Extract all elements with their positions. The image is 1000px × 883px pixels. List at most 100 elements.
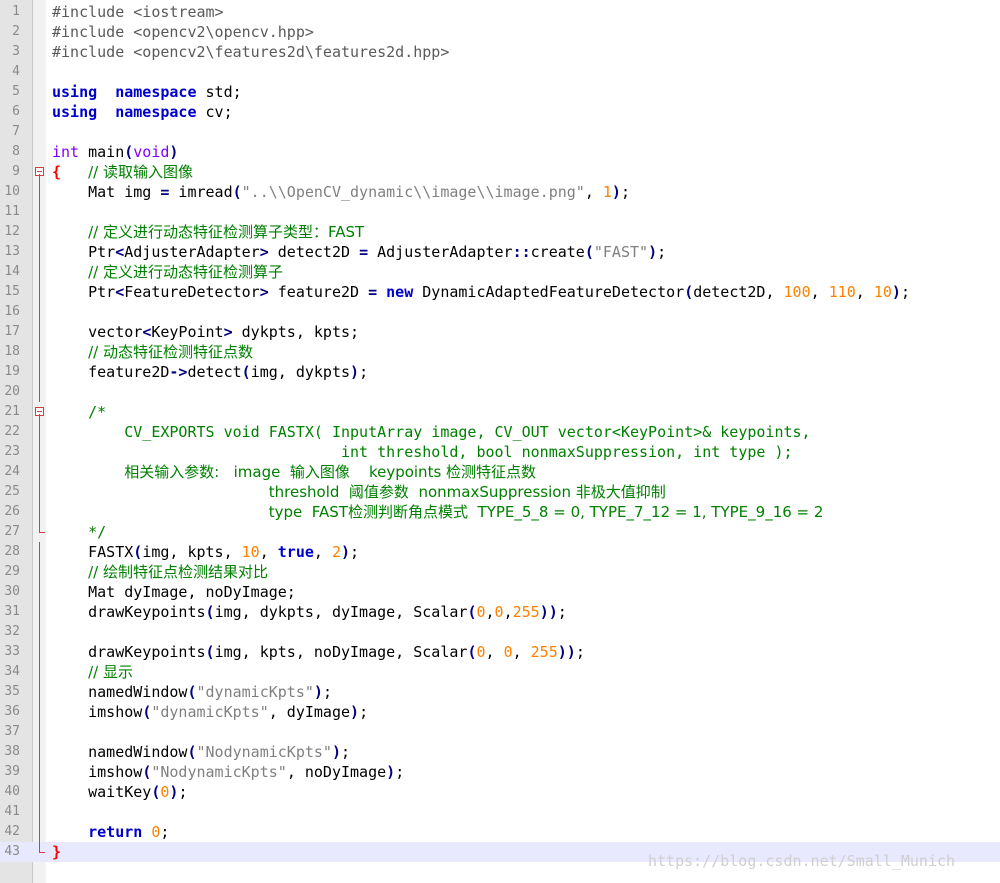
fold-line bbox=[33, 642, 46, 662]
code-line[interactable]: 11 bbox=[0, 202, 1000, 222]
fold-line bbox=[33, 562, 46, 582]
code-line[interactable]: 13 Ptr<AdjusterAdapter> detect2D = Adjus… bbox=[0, 242, 1000, 262]
code-token: < bbox=[142, 323, 152, 341]
code-token: "NodynamicKpts" bbox=[196, 743, 332, 761]
code-line[interactable]: 3 #include <opencv2\features2d\features2d… bbox=[0, 42, 1000, 62]
code-token: // 定义进行动态特征检测算子类型：FAST bbox=[88, 223, 365, 241]
code-token: "dynamicKpts" bbox=[151, 703, 269, 721]
code-line[interactable]: 31 drawKeypoints(img, dykpts, dyImage, S… bbox=[0, 602, 1000, 622]
code-line[interactable]: 37 bbox=[0, 722, 1000, 742]
code-token: "dynamicKpts" bbox=[196, 683, 314, 701]
code-line[interactable]: 23 int threshold, bool nonmaxSuppression… bbox=[0, 442, 1000, 462]
code-token: = bbox=[368, 283, 378, 301]
code-line[interactable]: 27 */ bbox=[0, 522, 1000, 542]
fold-line bbox=[33, 682, 46, 702]
code-token: = bbox=[359, 243, 369, 261]
code-token: 0 bbox=[494, 603, 504, 621]
code-line[interactable]: 12 // 定义进行动态特征检测算子类型：FAST bbox=[0, 222, 1000, 242]
code-token: ( bbox=[187, 683, 197, 701]
code-text: threshold 阈值参数 nonmaxSuppression 非极大值抑制 bbox=[52, 482, 666, 502]
fold-empty bbox=[33, 102, 46, 122]
code-line[interactable]: 39 imshow("NodynamicKpts", noDyImage); bbox=[0, 762, 1000, 782]
line-number: 8 bbox=[12, 144, 20, 159]
code-line[interactable]: 17 vector<KeyPoint> dykpts, kpts; bbox=[0, 322, 1000, 342]
fold-line bbox=[33, 482, 46, 502]
fold-line bbox=[33, 382, 46, 402]
code-line[interactable]: 24 相关输入参数: image 输入图像 keypoints 检测特征点数 bbox=[0, 462, 1000, 482]
code-line[interactable]: 5 using namespace std; bbox=[0, 82, 1000, 102]
code-token: #include <iostream> bbox=[52, 3, 224, 21]
code-line[interactable]: 30 Mat dyImage, noDyImage; bbox=[0, 582, 1000, 602]
code-line[interactable]: 35 namedWindow("dynamicKpts"); bbox=[0, 682, 1000, 702]
code-line[interactable]: 42 return 0; bbox=[0, 822, 1000, 842]
code-token: img, kpts, bbox=[142, 543, 242, 561]
code-token: ) bbox=[350, 703, 360, 721]
code-line[interactable]: 6 using namespace cv; bbox=[0, 102, 1000, 122]
code-line[interactable]: 21 /* bbox=[0, 402, 1000, 422]
code-area[interactable]: 1 #include <iostream> 2 #include <opencv2\o… bbox=[0, 2, 1000, 862]
code-line[interactable]: 7 bbox=[0, 122, 1000, 142]
code-line[interactable]: 28 FASTX(img, kpts, 10, true, 2); bbox=[0, 542, 1000, 562]
code-line[interactable]: 26 type FAST检测判断角点模式 TYPE_5_8 = 0, TYPE_… bbox=[0, 502, 1000, 522]
code-line[interactable]: 33 drawKeypoints(img, kpts, noDyImage, S… bbox=[0, 642, 1000, 662]
code-line[interactable]: 14 // 定义进行动态特征检测算子 bbox=[0, 262, 1000, 282]
code-line[interactable]: 38 namedWindow("NodynamicKpts"); bbox=[0, 742, 1000, 762]
code-line[interactable]: 29 // 绘制特征点检测结果对比 bbox=[0, 562, 1000, 582]
code-text: int threshold, bool nonmaxSuppression, i… bbox=[52, 442, 793, 462]
code-line[interactable]: 25 threshold 阈值参数 nonmaxSuppression 非极大值… bbox=[0, 482, 1000, 502]
fold-toggle-icon[interactable] bbox=[33, 402, 46, 422]
code-token: threshold 阈值参数 nonmaxSuppression 非极大值抑制 bbox=[268, 483, 666, 501]
code-line[interactable]: 36 imshow("dynamicKpts", dyImage); bbox=[0, 702, 1000, 722]
code-text: #include <opencv2\features2d\features2d.… bbox=[52, 42, 449, 62]
code-token: ) bbox=[169, 143, 179, 161]
code-token: ) bbox=[331, 743, 341, 761]
code-token: } bbox=[52, 843, 62, 861]
line-number: 15 bbox=[4, 284, 20, 299]
code-line[interactable]: 20 bbox=[0, 382, 1000, 402]
code-line[interactable]: 15 Ptr<FeatureDetector> feature2D = new … bbox=[0, 282, 1000, 302]
code-text: Ptr<FeatureDetector> feature2D = new Dyn… bbox=[52, 282, 910, 302]
code-token: Ptr bbox=[52, 283, 116, 301]
code-line[interactable]: 32 bbox=[0, 622, 1000, 642]
code-line[interactable]: 4 bbox=[0, 62, 1000, 82]
code-token: // 读取输入图像 bbox=[88, 163, 194, 181]
code-editor[interactable]: 1 #include <iostream> 2 #include <opencv2\o… bbox=[0, 0, 1000, 883]
code-line[interactable]: 22 CV_EXPORTS void FASTX( InputArray ima… bbox=[0, 422, 1000, 442]
code-line[interactable]: 19 feature2D->detect(img, dykpts); bbox=[0, 362, 1000, 382]
line-number: 4 bbox=[12, 64, 20, 79]
line-number: 16 bbox=[4, 304, 20, 319]
code-token: 10 bbox=[873, 283, 892, 301]
fold-empty bbox=[33, 82, 46, 102]
code-line[interactable]: 1 #include <iostream> bbox=[0, 2, 1000, 22]
code-line[interactable]: 40 waitKey(0); bbox=[0, 782, 1000, 802]
code-line[interactable]: 8 int main(void) bbox=[0, 142, 1000, 162]
fold-toggle-icon[interactable] bbox=[33, 162, 46, 182]
code-token: main bbox=[79, 143, 125, 161]
fold-line bbox=[33, 222, 46, 242]
code-line[interactable]: 16 bbox=[0, 302, 1000, 322]
code-line[interactable]: 18 // 动态特征检测特征点数 bbox=[0, 342, 1000, 362]
code-text: feature2D->detect(img, dykpts); bbox=[52, 362, 368, 382]
code-token: DynamicAdaptedFeatureDetector bbox=[413, 283, 685, 301]
line-number: 26 bbox=[4, 504, 20, 519]
code-line[interactable]: 2 #include <opencv2\opencv.hpp> bbox=[0, 22, 1000, 42]
code-line[interactable]: 34 // 显示 bbox=[0, 662, 1000, 682]
line-number: 3 bbox=[12, 44, 20, 59]
line-number: 40 bbox=[4, 784, 20, 799]
code-token: , bbox=[855, 283, 874, 301]
code-line[interactable]: 9 { // 读取输入图像 bbox=[0, 162, 1000, 182]
code-token: "NodynamicKpts" bbox=[151, 763, 287, 781]
fold-line bbox=[33, 542, 46, 562]
fold-line bbox=[33, 822, 46, 842]
code-line[interactable]: 41 bbox=[0, 802, 1000, 822]
fold-line bbox=[33, 782, 46, 802]
code-token: ( bbox=[133, 543, 143, 561]
code-text: imshow("dynamicKpts", dyImage); bbox=[52, 702, 368, 722]
code-token: ( bbox=[142, 763, 152, 781]
code-text: #include <iostream> bbox=[52, 2, 224, 22]
code-line[interactable]: 10 Mat img = imread("..\\OpenCV_dynamic\… bbox=[0, 182, 1000, 202]
